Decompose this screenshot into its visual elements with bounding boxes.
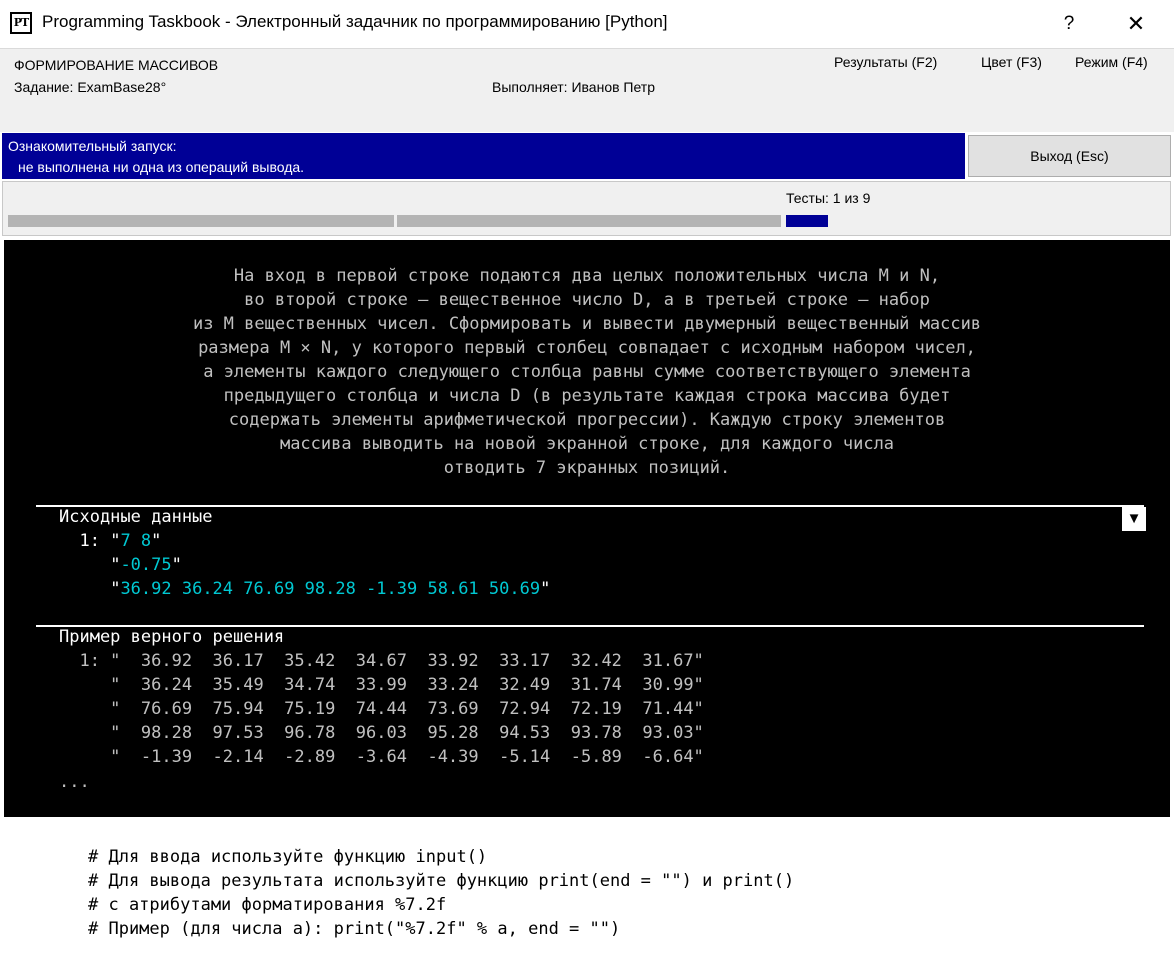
- task-name-label: Задание: ExamBase28°: [14, 79, 167, 95]
- task-description: На вход в первой строке подаются два цел…: [192, 266, 982, 478]
- task-group-label: ФОРМИРОВАНИЕ МАССИВОВ: [14, 57, 219, 73]
- tests-counter: Тесты: 1 из 9: [786, 190, 871, 206]
- progress-segment-done: [8, 215, 394, 227]
- input-value: -0.75: [120, 555, 172, 575]
- input-line-prefix: [59, 579, 110, 599]
- color-menu-item[interactable]: Цвет (F3): [981, 54, 1042, 70]
- code-hint-line: # Для ввода используйте функцию input(): [88, 847, 488, 867]
- performer-label: Выполняет: Иванов Петр: [492, 79, 656, 95]
- tests-progress: Тесты: 1 из 9: [2, 181, 1171, 236]
- input-line-prefix: 1:: [59, 531, 111, 551]
- mode-menu-item[interactable]: Режим (F4): [1075, 54, 1148, 70]
- status-title: Ознакомительный запуск:: [8, 138, 177, 154]
- example-row: " 76.69 75.94 75.19 74.44 73.69 72.94 72…: [59, 699, 704, 719]
- code-hint-line: # с атрибутами форматирования %7.2f: [88, 895, 447, 915]
- example-row: " -1.39 -2.14 -2.89 -3.64 -4.39 -5.14 -5…: [59, 747, 704, 767]
- help-button[interactable]: ?: [1051, 4, 1087, 44]
- exit-button[interactable]: Выход (Esc): [968, 135, 1171, 177]
- input-line: "-0.75": [59, 553, 182, 577]
- close-button[interactable]: ✕: [1116, 4, 1156, 44]
- example-row: " 36.24 35.49 34.74 33.99 33.24 32.49 31…: [59, 675, 704, 695]
- status-panel: Ознакомительный запуск: не выполнена ни …: [2, 133, 965, 179]
- input-data-title: Исходные данные: [59, 507, 213, 527]
- quote-mark: ": [110, 531, 121, 551]
- input-line: 1: "7 8": [59, 529, 161, 553]
- progress-segment-remaining: [397, 215, 781, 227]
- example-row: " 98.28 97.53 96.78 96.03 95.28 94.53 93…: [59, 723, 704, 743]
- quote-mark: ": [110, 555, 121, 575]
- progress-current-marker: [786, 215, 828, 227]
- status-message: не выполнена ни одна из операций вывода.: [18, 159, 305, 175]
- dropdown-arrow-icon[interactable]: ▼: [1122, 507, 1146, 531]
- code-hint-line: # Для вывода результата используйте функ…: [88, 871, 795, 891]
- quote-mark: ": [151, 531, 162, 551]
- task-display: На вход в первой строке подаются два цел…: [4, 240, 1170, 817]
- results-menu-item[interactable]: Результаты (F2): [834, 54, 937, 70]
- input-line-prefix: [59, 555, 110, 575]
- title-bar: PT Programming Taskbook - Электронный за…: [0, 0, 1174, 48]
- input-line: "36.92 36.24 76.69 98.28 -1.39 58.61 50.…: [59, 577, 550, 601]
- code-hint-line: # Пример (для числа a): print("%7.2f" % …: [88, 919, 621, 939]
- window-title: Programming Taskbook - Электронный задач…: [42, 12, 668, 31]
- code-hint-panel: # Для ввода используйте функцию input() …: [0, 820, 1174, 967]
- quote-mark: ": [540, 579, 551, 599]
- input-value: 7 8: [120, 531, 152, 551]
- example-row: 1: " 36.92 36.17 35.42 34.67 33.92 33.17…: [59, 651, 704, 671]
- quote-mark: ": [110, 579, 121, 599]
- task-header: ФОРМИРОВАНИЕ МАССИВОВ Задание: ExamBase2…: [0, 48, 1174, 132]
- quote-mark: ": [171, 555, 182, 575]
- app-logo-icon: PT: [10, 12, 32, 34]
- example-ellipsis: ...: [59, 772, 90, 792]
- input-value: 36.92 36.24 76.69 98.28 -1.39 58.61 50.6…: [120, 579, 541, 599]
- example-solution-title: Пример верного решения: [59, 627, 285, 647]
